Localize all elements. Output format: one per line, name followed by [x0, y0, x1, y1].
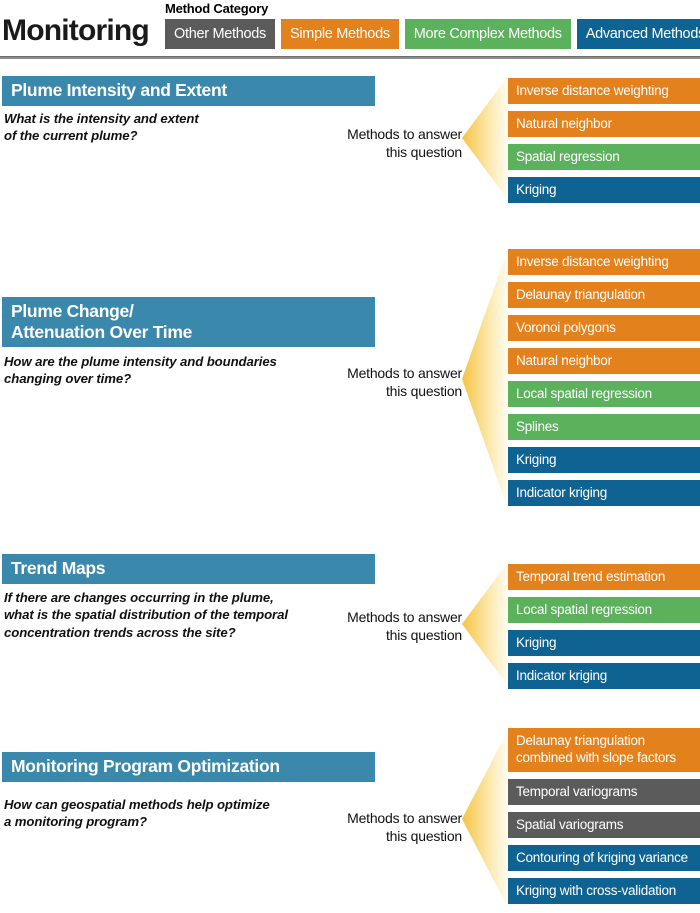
- method-chip[interactable]: Local spatial regression: [508, 597, 700, 623]
- section-question: How are the plume intensity and boundari…: [4, 354, 277, 387]
- section-title: Monitoring Program Optimization: [2, 752, 375, 782]
- method-chip[interactable]: Kriging: [508, 630, 700, 656]
- method-chip-list: Delaunay triangulation combined with slo…: [508, 728, 700, 904]
- section-question: What is the intensity and extent of the …: [4, 111, 199, 144]
- legend-chip-label: Other Methods: [174, 26, 267, 42]
- arrow-pointer-icon: [462, 76, 508, 200]
- section-title: Trend Maps: [2, 554, 375, 584]
- method-chip[interactable]: Kriging: [508, 447, 700, 473]
- section-question: How can geospatial methods help optimize…: [4, 797, 270, 830]
- method-chip-list: Inverse distance weighting Natural neighb…: [508, 78, 700, 203]
- legend-chip-complex[interactable]: More Complex Methods: [404, 19, 571, 49]
- method-chip[interactable]: Indicator kriging: [508, 663, 700, 689]
- legend-chip-simple[interactable]: Simple Methods: [281, 19, 399, 49]
- method-chip-list: Inverse distance weighting Delaunay trian…: [508, 249, 700, 506]
- arrow-pointer-icon: [462, 249, 508, 509]
- legend-chip-label: More Complex Methods: [413, 26, 562, 42]
- method-chip[interactable]: Delaunay triangulation: [508, 282, 700, 308]
- header-divider: [0, 56, 700, 59]
- legend-chip-list: Other Methods Simple Methods More Complex …: [165, 19, 700, 49]
- method-chip[interactable]: Local spatial regression: [508, 381, 700, 407]
- methods-to-answer-label: Methods to answer this question: [347, 810, 462, 844]
- method-chip[interactable]: Indicator kriging: [508, 480, 700, 506]
- methods-to-answer-label: Methods to answer this question: [347, 365, 462, 399]
- section-title: Plume Intensity and Extent: [2, 76, 375, 106]
- methods-to-answer-label: Methods to answer this question: [347, 609, 462, 643]
- legend-chip-label: Advanced Methods: [585, 26, 700, 42]
- method-chip[interactable]: Natural neighbor: [508, 348, 700, 374]
- legend-chip-advanced[interactable]: Advanced Methods: [576, 19, 700, 49]
- section-question: If there are changes occurring in the pl…: [4, 590, 288, 640]
- method-chip[interactable]: Temporal variograms: [508, 779, 700, 805]
- method-chip[interactable]: Delaunay triangulation combined with slo…: [508, 728, 700, 772]
- legend-bar: Method Category Monitoring Other Methods…: [0, 0, 700, 59]
- arrow-pointer-icon: [462, 562, 508, 686]
- method-chip[interactable]: Contouring of kriging variance: [508, 845, 700, 871]
- method-chip[interactable]: Splines: [508, 414, 700, 440]
- method-chip[interactable]: Spatial variograms: [508, 812, 700, 838]
- method-chip[interactable]: Temporal trend estimation: [508, 564, 700, 590]
- method-chip-list: Temporal trend estimation Local spatial r…: [508, 564, 700, 689]
- legend-chip-other[interactable]: Other Methods: [165, 19, 276, 49]
- method-chip[interactable]: Inverse distance weighting: [508, 249, 700, 275]
- method-chip[interactable]: Voronoi polygons: [508, 315, 700, 341]
- legend-chip-label: Simple Methods: [290, 26, 390, 42]
- method-chip[interactable]: Spatial regression: [508, 144, 700, 170]
- legend-caption: Method Category: [165, 1, 269, 16]
- page-title: Monitoring: [2, 14, 150, 47]
- method-chip[interactable]: Kriging with cross-validation: [508, 878, 700, 904]
- section-title: Plume Change/ Attenuation Over Time: [2, 297, 375, 348]
- method-chip[interactable]: Inverse distance weighting: [508, 78, 700, 104]
- arrow-pointer-icon: [462, 730, 508, 908]
- methods-to-answer-label: Methods to answer this question: [347, 126, 462, 160]
- method-chip[interactable]: Natural neighbor: [508, 111, 700, 137]
- method-chip[interactable]: Kriging: [508, 177, 700, 203]
